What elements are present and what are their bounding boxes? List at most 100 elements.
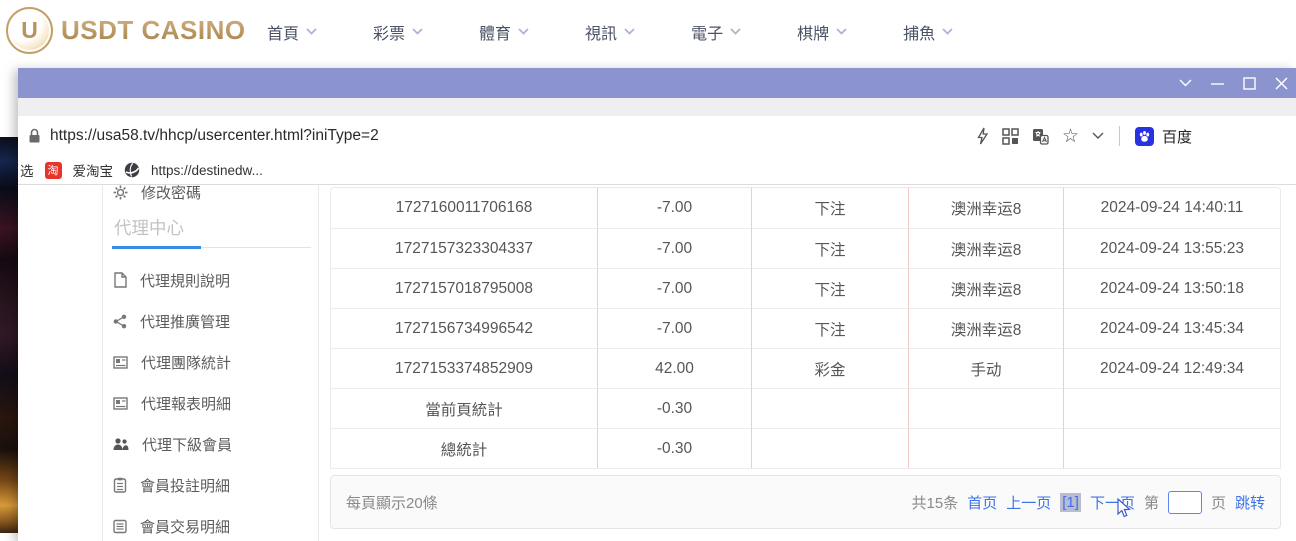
sidebar: 修改密碼 代理中心 代理規則說明 <box>102 185 319 541</box>
nav-item-label: 捕魚 <box>903 20 935 44</box>
window-close-icon[interactable] <box>1274 76 1288 90</box>
cell-time: 2024-09-24 13:50:18 <box>1063 268 1280 308</box>
cell-time: 2024-09-24 13:45:34 <box>1063 308 1280 348</box>
toolbar-chevron-down-icon[interactable] <box>1092 132 1104 140</box>
background-game-artwork <box>0 137 18 533</box>
jump-button[interactable]: 跳转 <box>1235 492 1265 513</box>
sidebar-section-title: 代理中心 <box>114 215 184 240</box>
cell-order-id: 1727160011706168 <box>331 188 597 228</box>
table-row: 總統計 -0.30 <box>331 428 1280 468</box>
chevron-down-icon <box>624 28 635 35</box>
toolbar-separator <box>1119 126 1120 146</box>
nav-item[interactable]: 視訊 <box>585 20 635 44</box>
nav-item[interactable]: 體育 <box>479 20 529 44</box>
cell-platform <box>908 428 1063 468</box>
jump-suffix-label: 页 <box>1211 492 1226 513</box>
table-row: 1727157323304337 -7.00 下注 澳洲幸运8 2024-09-… <box>331 228 1280 268</box>
cell-amount: -7.00 <box>597 188 751 228</box>
logo-initial: U <box>21 19 38 42</box>
sidebar-item-member-transaction-detail[interactable]: 會員交易明細 <box>113 515 230 537</box>
address-bar[interactable]: https://usa58.tv/hhcp/usercenter.html?in… <box>18 116 1296 156</box>
sidebar-item-label: 代理規則說明 <box>140 270 230 291</box>
table-row: 當前頁統計 -0.30 <box>331 388 1280 428</box>
first-page-link[interactable]: 首页 <box>967 492 997 513</box>
screen: U USDT CASINO 首頁 彩票 <box>0 0 1296 541</box>
trade-detail-icon <box>113 519 127 534</box>
window-maximize-icon[interactable] <box>1242 76 1256 90</box>
cell-platform: 澳洲幸运8 <box>908 268 1063 308</box>
qr-grid-icon[interactable] <box>1002 128 1019 145</box>
active-section-underline <box>112 246 201 249</box>
gear-icon <box>113 185 128 200</box>
browser-toolbar: ☆ 百度 <box>976 126 1192 147</box>
chevron-down-icon <box>942 28 953 35</box>
nav-item[interactable]: 棋牌 <box>797 20 847 44</box>
sidebar-item-label: 代理下級會員 <box>142 434 232 455</box>
nav-item-label: 首頁 <box>267 20 299 44</box>
nav-item-label: 彩票 <box>373 20 405 44</box>
cell-amount: -7.00 <box>597 308 751 348</box>
cell-type <box>751 388 908 428</box>
sidebar-item-member-bet-detail[interactable]: 會員投註明細 <box>113 474 230 496</box>
sidebar-item-label: 會員投註明細 <box>140 475 230 496</box>
cell-platform <box>908 388 1063 428</box>
page-content: 修改密碼 代理中心 代理規則說明 <box>18 184 1296 541</box>
url-text: https://usa58.tv/hhcp/usercenter.html?in… <box>50 127 379 145</box>
table-row: 1727157018795008 -7.00 下注 澳洲幸运8 2024-09-… <box>331 268 1280 308</box>
cell-amount: -7.00 <box>597 228 751 268</box>
taobao-icon[interactable]: 淘 <box>45 162 62 179</box>
site-logo[interactable]: U USDT CASINO <box>6 7 246 54</box>
bookmarks-bar: 选 淘 爱淘宝 https://destinedw... <box>18 156 1296 184</box>
chevron-down-icon <box>306 28 317 35</box>
jump-prefix-label: 第 <box>1144 492 1159 513</box>
users-icon <box>113 437 129 451</box>
nav-item-label: 體育 <box>479 20 511 44</box>
cell-type: 下注 <box>751 308 908 348</box>
pager-controls: 共15条 首页 上一页 [1] 下一页 第 页 跳转 <box>912 491 1265 514</box>
nav-item[interactable]: 電子 <box>691 20 741 44</box>
cell-time: 2024-09-24 13:55:23 <box>1063 228 1280 268</box>
sidebar-item-agent-rules[interactable]: 代理規則說明 <box>113 269 230 291</box>
nav-item-label: 視訊 <box>585 20 617 44</box>
window-minimize-icon[interactable] <box>1210 76 1224 90</box>
sidebar-item-agent-report-detail[interactable]: 代理報表明細 <box>113 392 231 414</box>
bookmark-star-icon[interactable]: ☆ <box>1062 127 1079 146</box>
cell-order-id: 1727157018795008 <box>331 268 597 308</box>
cell-amount: -7.00 <box>597 268 751 308</box>
nav-item[interactable]: 捕魚 <box>903 20 953 44</box>
sidebar-item-change-password[interactable]: 修改密碼 <box>113 184 201 203</box>
document-icon <box>113 272 127 288</box>
cell-type: 下注 <box>751 188 908 228</box>
bookmark-item[interactable]: 爱淘宝 <box>73 160 114 180</box>
cell-platform: 澳洲幸运8 <box>908 308 1063 348</box>
globe-icon[interactable] <box>124 162 140 178</box>
cell-type: 彩金 <box>751 348 908 388</box>
cell-platform: 澳洲幸运8 <box>908 188 1063 228</box>
cell-time: 2024-09-24 12:49:34 <box>1063 348 1280 388</box>
cell-amount: 42.00 <box>597 348 751 388</box>
lightning-icon[interactable] <box>976 127 989 145</box>
table-row: 1727160011706168 -7.00 下注 澳洲幸运8 2024-09-… <box>331 188 1280 228</box>
sidebar-item-agent-team-stats[interactable]: 代理團隊統計 <box>113 351 231 373</box>
baidu-label: 百度 <box>1162 126 1192 147</box>
cell-type: 下注 <box>751 228 908 268</box>
chevron-down-icon <box>730 28 741 35</box>
sidebar-item-agent-sub-members[interactable]: 代理下級會員 <box>113 433 232 455</box>
sidebar-item-agent-promotion[interactable]: 代理推廣管理 <box>113 310 230 332</box>
bookmark-item[interactable]: 选 <box>20 160 34 180</box>
prev-page-link[interactable]: 上一页 <box>1006 492 1051 513</box>
baidu-button[interactable]: 百度 <box>1135 126 1192 147</box>
page-number-input[interactable] <box>1168 491 1202 514</box>
cell-order-id: 當前頁統計 <box>331 388 597 428</box>
bet-detail-icon <box>113 477 127 493</box>
bookmark-item[interactable]: https://destinedw... <box>151 163 263 178</box>
window-chevron-down-icon[interactable] <box>1178 76 1192 90</box>
nav-item[interactable]: 首頁 <box>267 20 317 44</box>
sidebar-item-label: 修改密碼 <box>141 184 201 203</box>
nav-item[interactable]: 彩票 <box>373 20 423 44</box>
nav-item-label: 棋牌 <box>797 20 829 44</box>
records-table: 1727160011706168 -7.00 下注 澳洲幸运8 2024-09-… <box>330 187 1281 469</box>
translate-icon[interactable] <box>1032 128 1049 145</box>
mouse-cursor <box>1117 498 1133 519</box>
baidu-paw-icon <box>1135 127 1154 146</box>
